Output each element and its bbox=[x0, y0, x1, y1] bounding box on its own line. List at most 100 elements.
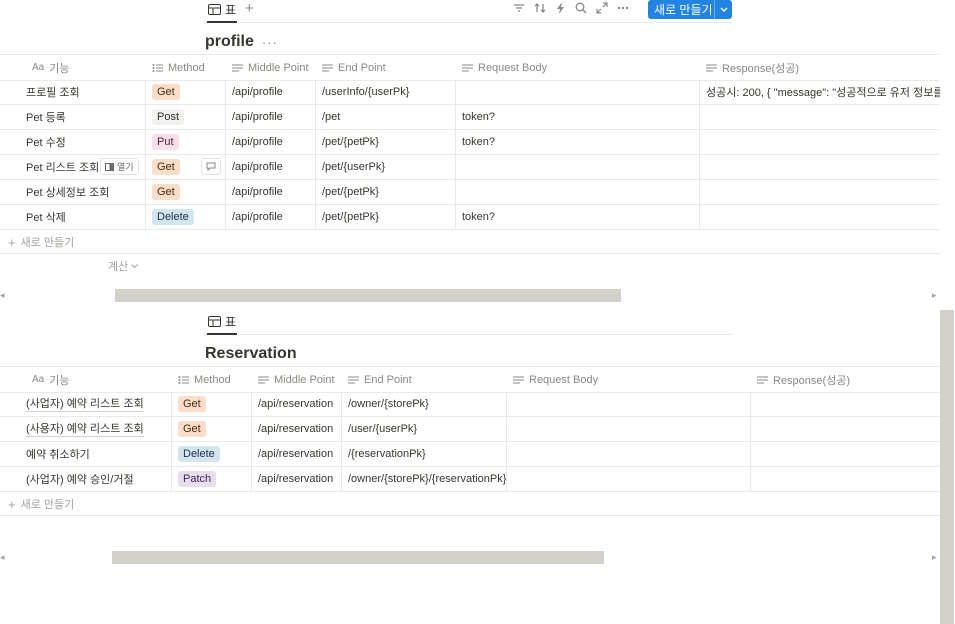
cell-end[interactable]: /pet/{petPk} bbox=[316, 129, 456, 154]
search-icon[interactable] bbox=[575, 2, 587, 14]
database-title-reservation[interactable]: Reservation bbox=[205, 345, 297, 362]
calculate-button[interactable]: 계산 bbox=[108, 258, 139, 274]
cell-response[interactable] bbox=[700, 154, 940, 179]
chevron-down-icon[interactable] bbox=[720, 3, 728, 15]
cell-response[interactable] bbox=[751, 441, 940, 466]
column-header-response[interactable]: Response(성공) bbox=[700, 55, 940, 80]
cell-response[interactable] bbox=[700, 179, 940, 204]
new-button[interactable]: 새로 만들기 bbox=[648, 0, 732, 19]
table-row[interactable]: (사용자) 예약 리스트 조회 Get/api/reservation/user/… bbox=[0, 416, 939, 442]
table-row[interactable]: 예약 취소하기 Delete/api/reservation /{reservati… bbox=[0, 441, 939, 467]
cell-name[interactable]: 프로필 조회 bbox=[20, 79, 146, 104]
cell-end[interactable]: /pet/{petPk} bbox=[316, 204, 456, 229]
horizontal-scrollbar[interactable] bbox=[115, 289, 621, 302]
cell-name[interactable]: Pet 등록 bbox=[20, 104, 146, 129]
expand-icon[interactable] bbox=[596, 2, 608, 14]
view-tab-table[interactable]: 표 bbox=[208, 1, 236, 18]
cell-middle[interactable]: /api/reservation bbox=[252, 391, 342, 416]
cell-response[interactable]: 성공시: 200, { "message": "성공적으로 유저 정보를 bbox=[700, 79, 940, 104]
column-header-method[interactable]: Method bbox=[146, 55, 226, 80]
add-row-reservation[interactable]: + 새로 만들기 bbox=[8, 496, 74, 512]
table-row[interactable]: Pet 리스트 조회 Get/api/profile/pet/{userPk} bbox=[0, 154, 939, 180]
cell-middle[interactable]: /api/profile bbox=[226, 104, 316, 129]
cell-method[interactable]: Delete bbox=[172, 441, 252, 466]
cell-body[interactable] bbox=[507, 466, 751, 491]
table-row[interactable]: Pet 등록 Post/api/profile/pet token? bbox=[0, 104, 939, 130]
table-row[interactable]: Pet 수정 Put/api/profile/pet/{petPk} token? bbox=[0, 129, 939, 155]
cell-body[interactable] bbox=[456, 154, 700, 179]
cell-name[interactable]: (사업자) 예약 리스트 조회 bbox=[20, 391, 172, 416]
cell-middle[interactable]: /api/profile bbox=[226, 129, 316, 154]
database-more-button[interactable]: ··· bbox=[262, 35, 278, 50]
view-tab-table[interactable]: 표 bbox=[208, 313, 236, 330]
cell-body[interactable] bbox=[456, 79, 700, 104]
cell-response[interactable] bbox=[751, 391, 940, 416]
table-row[interactable]: Pet 상세정보 조회 Get/api/profile/pet/{petPk} bbox=[0, 179, 939, 205]
cell-end[interactable]: /pet bbox=[316, 104, 456, 129]
cell-method[interactable]: Get bbox=[172, 391, 252, 416]
scroll-left-icon[interactable]: ◂ bbox=[0, 290, 5, 301]
add-view-button[interactable]: + bbox=[245, 0, 254, 17]
cell-name[interactable]: (사업자) 예약 승인/거절 bbox=[20, 466, 172, 491]
cell-response[interactable] bbox=[700, 104, 940, 129]
sort-icon[interactable] bbox=[534, 2, 547, 14]
cell-method[interactable]: Patch bbox=[172, 466, 252, 491]
cell-body[interactable] bbox=[507, 416, 751, 441]
cell-name[interactable]: Pet 삭제 bbox=[20, 204, 146, 229]
cell-middle[interactable]: /api/profile bbox=[226, 79, 316, 104]
cell-middle[interactable]: /api/reservation bbox=[252, 416, 342, 441]
column-header-end[interactable]: End Point bbox=[342, 367, 507, 392]
cell-middle[interactable]: /api/profile bbox=[226, 154, 316, 179]
cell-end[interactable]: /pet/{petPk} bbox=[316, 179, 456, 204]
column-header-body[interactable]: Request Body bbox=[456, 55, 700, 80]
column-header-response[interactable]: Response(성공) bbox=[751, 367, 940, 392]
cell-body[interactable] bbox=[456, 179, 700, 204]
cell-end[interactable]: /userInfo/{userPk} bbox=[316, 79, 456, 104]
horizontal-scrollbar[interactable] bbox=[112, 551, 604, 564]
cell-body[interactable]: token? bbox=[456, 204, 700, 229]
cell-method[interactable]: Post bbox=[146, 104, 226, 129]
cell-method[interactable]: Delete bbox=[146, 204, 226, 229]
table-row[interactable]: (사업자) 예약 승인/거절 Patch/api/reservation/owne… bbox=[0, 466, 939, 492]
cell-response[interactable] bbox=[700, 129, 940, 154]
cell-name[interactable]: Pet 상세정보 조회 bbox=[20, 179, 146, 204]
cell-end[interactable]: /pet/{userPk} bbox=[316, 154, 456, 179]
automation-icon[interactable] bbox=[556, 2, 566, 14]
column-header-method[interactable]: Method bbox=[172, 367, 252, 392]
column-header-middle[interactable]: Middle Point bbox=[252, 367, 342, 392]
filter-icon[interactable] bbox=[513, 3, 525, 13]
database-title-profile[interactable]: profile bbox=[205, 33, 254, 51]
cell-name[interactable]: (사용자) 예약 리스트 조회 bbox=[20, 416, 172, 441]
table-row[interactable]: (사업자) 예약 리스트 조회 Get/api/reservation/owner… bbox=[0, 391, 939, 417]
scroll-left-icon[interactable]: ◂ bbox=[0, 552, 5, 563]
column-header-body[interactable]: Request Body bbox=[507, 367, 751, 392]
column-header-middle[interactable]: Middle Point bbox=[226, 55, 316, 80]
cell-method[interactable]: Get bbox=[172, 416, 252, 441]
cell-middle[interactable]: /api/profile bbox=[226, 204, 316, 229]
more-icon[interactable] bbox=[617, 6, 629, 10]
cell-response[interactable] bbox=[700, 204, 940, 229]
cell-method[interactable]: Put bbox=[146, 129, 226, 154]
column-header-name[interactable]: Aa 기능 bbox=[26, 367, 172, 392]
vertical-scrollbar[interactable] bbox=[940, 310, 954, 624]
cell-end[interactable]: /owner/{storePk}/{reservationPk} bbox=[342, 466, 507, 491]
cell-name[interactable]: Pet 수정 bbox=[20, 129, 146, 154]
cell-middle[interactable]: /api/reservation bbox=[252, 466, 342, 491]
cell-body[interactable] bbox=[507, 391, 751, 416]
table-row[interactable]: 프로필 조회 Get/api/profile/userInfo/{userPk} 성… bbox=[0, 79, 940, 105]
add-row-profile[interactable]: + 새로 만들기 bbox=[8, 234, 74, 250]
comment-button[interactable] bbox=[201, 158, 221, 175]
cell-body[interactable]: token? bbox=[456, 104, 700, 129]
cell-response[interactable] bbox=[751, 466, 940, 491]
cell-middle[interactable]: /api/reservation bbox=[252, 441, 342, 466]
cell-end[interactable]: /user/{userPk} bbox=[342, 416, 507, 441]
column-header-name[interactable]: Aa 기능 bbox=[26, 55, 146, 80]
open-row-button[interactable]: 열기 bbox=[100, 158, 139, 175]
scroll-right-icon[interactable]: ▸ bbox=[932, 290, 937, 301]
cell-body[interactable]: token? bbox=[456, 129, 700, 154]
cell-end[interactable]: /owner/{storePk} bbox=[342, 391, 507, 416]
cell-middle[interactable]: /api/profile bbox=[226, 179, 316, 204]
column-header-end[interactable]: End Point bbox=[316, 55, 456, 80]
cell-end[interactable]: /{reservationPk} bbox=[342, 441, 507, 466]
cell-response[interactable] bbox=[751, 416, 940, 441]
